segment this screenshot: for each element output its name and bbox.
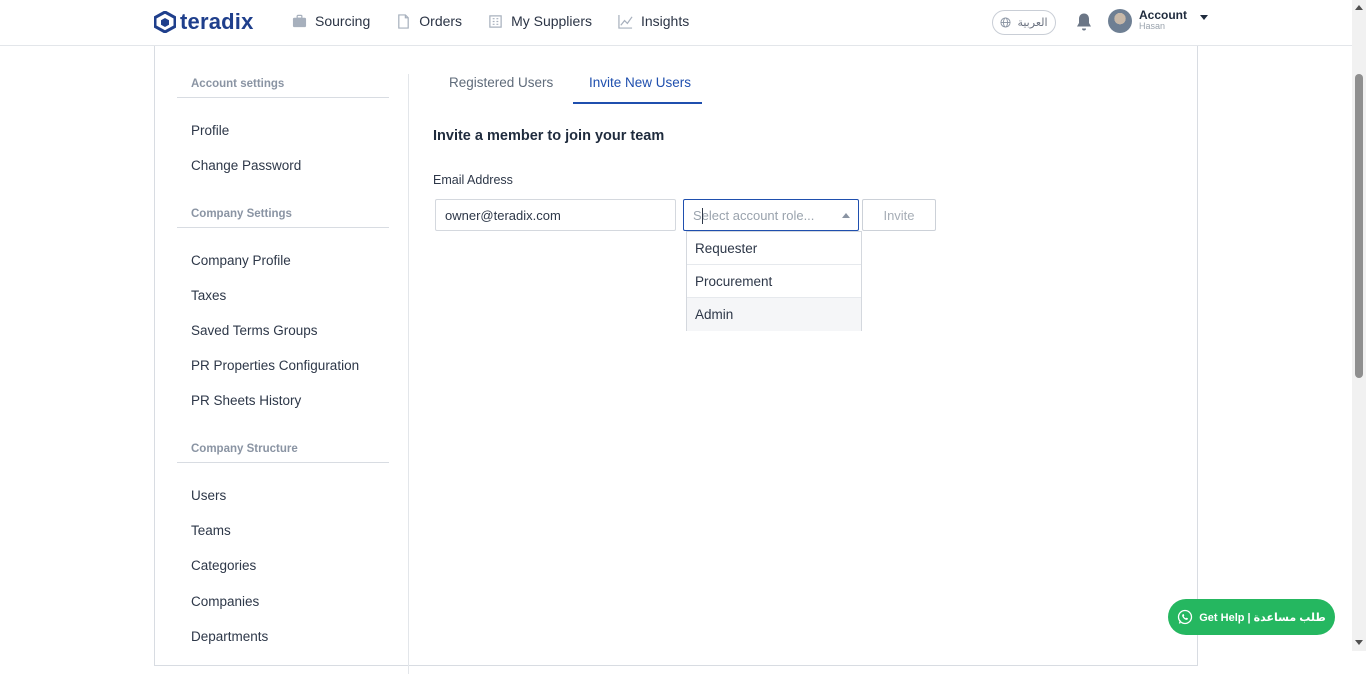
nav-my-suppliers[interactable]: My Suppliers <box>488 13 592 29</box>
sidebar-item-change-password[interactable]: Change Password <box>191 158 301 173</box>
sidebar-item-saved-terms-groups[interactable]: Saved Terms Groups <box>191 323 318 338</box>
get-help-label: Get Help | طلب مساعدة <box>1199 611 1326 624</box>
account-role-dropdown: Requester Procurement Admin <box>686 231 862 331</box>
sidebar-item-companies[interactable]: Companies <box>191 594 259 609</box>
nav-orders[interactable]: Orders <box>396 13 462 29</box>
nav-insights-label: Insights <box>640 13 690 29</box>
page-scrollbar[interactable] <box>1352 0 1366 651</box>
nav-sourcing-label: Sourcing <box>315 13 371 29</box>
scroll-up-arrow-icon[interactable] <box>1355 5 1363 10</box>
sidebar-item-pr-properties-configuration[interactable]: PR Properties Configuration <box>191 358 359 373</box>
sidebar-section-company-structure: Company Structure <box>191 443 298 455</box>
main-nav: Sourcing Orders My Suppliers Insights <box>292 13 689 29</box>
get-help-button[interactable]: Get Help | طلب مساعدة <box>1168 599 1335 635</box>
teradix-logo[interactable]: teradix <box>154 9 254 35</box>
caret-down-icon <box>1200 14 1208 20</box>
nav-my-suppliers-label: My Suppliers <box>511 13 592 29</box>
tab-registered-users[interactable]: Registered Users <box>449 75 553 90</box>
sidebar-divider <box>177 97 389 98</box>
sidebar-divider <box>177 462 389 463</box>
chart-line-icon <box>618 14 633 29</box>
sidebar-vertical-divider <box>408 74 409 674</box>
nav-orders-label: Orders <box>419 13 463 29</box>
brand-name: teradix <box>180 9 254 34</box>
top-navbar: teradix Sourcing Orders My Suppliers Ins… <box>0 0 1352 46</box>
account-label: Account <box>1139 8 1187 22</box>
settings-card: Account settings Profile Change Password… <box>154 46 1198 674</box>
role-option-procurement[interactable]: Procurement <box>687 265 861 298</box>
teradix-logo-icon <box>154 11 176 33</box>
sidebar-item-users[interactable]: Users <box>191 488 226 503</box>
account-role-placeholder: Select account role... <box>693 208 815 223</box>
sidebar-item-categories[interactable]: Categories <box>191 558 256 573</box>
sidebar-divider <box>177 227 389 228</box>
globe-icon <box>1000 17 1012 28</box>
text-cursor <box>702 208 703 224</box>
language-toggle-button[interactable]: العربية <box>992 10 1056 35</box>
sidebar-item-taxes[interactable]: Taxes <box>191 288 226 303</box>
chevron-up-icon[interactable] <box>842 213 850 218</box>
active-tab-indicator <box>573 102 702 104</box>
nav-insights[interactable]: Insights <box>618 13 689 29</box>
avatar <box>1108 9 1132 33</box>
sidebar-item-pr-sheets-history[interactable]: PR Sheets History <box>191 393 301 408</box>
role-option-admin[interactable]: Admin <box>687 298 861 331</box>
sidebar-section-account-settings: Account settings <box>191 78 285 90</box>
account-role-select[interactable]: Select account role... <box>683 199 859 231</box>
building-icon <box>489 14 502 28</box>
document-icon <box>398 13 410 29</box>
account-menu[interactable]: Account Hasan <box>1108 9 1208 33</box>
scrollbar-thumb[interactable] <box>1355 74 1363 378</box>
briefcase-icon <box>292 14 307 27</box>
sidebar-item-departments[interactable]: Departments <box>191 629 268 644</box>
sidebar-item-profile[interactable]: Profile <box>191 123 229 138</box>
sidebar-item-company-profile[interactable]: Company Profile <box>191 253 291 268</box>
bell-icon[interactable] <box>1075 12 1093 32</box>
language-label: العربية <box>1017 17 1048 29</box>
email-field[interactable] <box>435 199 676 231</box>
scroll-down-arrow-icon[interactable] <box>1355 640 1363 645</box>
whatsapp-icon <box>1178 609 1193 625</box>
email-address-label: Email Address <box>433 173 513 187</box>
account-username: Hasan <box>1139 21 1166 31</box>
tab-invite-new-users[interactable]: Invite New Users <box>589 75 691 90</box>
sidebar-section-company-settings: Company Settings <box>191 208 292 220</box>
invite-form-title: Invite a member to join your team <box>433 128 665 144</box>
role-option-requester[interactable]: Requester <box>687 232 861 265</box>
invite-button[interactable]: Invite <box>862 199 936 231</box>
nav-sourcing[interactable]: Sourcing <box>292 13 370 29</box>
sidebar-item-teams[interactable]: Teams <box>191 523 231 538</box>
